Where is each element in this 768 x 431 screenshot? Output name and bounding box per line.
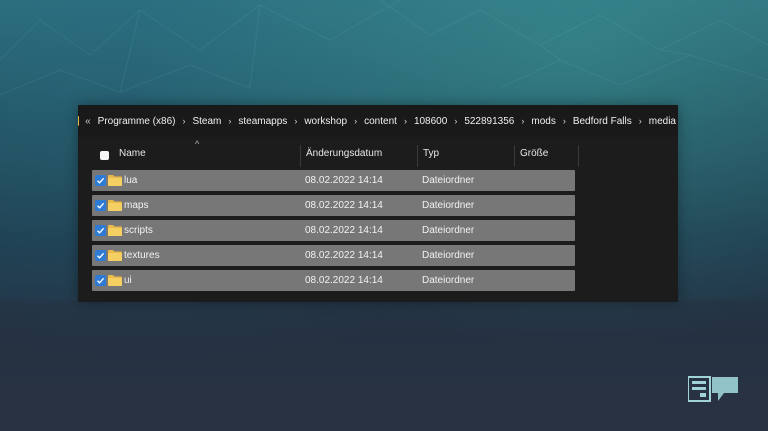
list-item[interactable]: scripts 08.02.2022 14:14 Dateiordner: [92, 220, 575, 241]
list-item[interactable]: textures 08.02.2022 14:14 Dateiordner: [92, 245, 575, 266]
file-explorer-window: « Programme (x86) › Steam › steamapps › …: [78, 105, 678, 302]
breadcrumb-overflow-button[interactable]: «: [85, 116, 91, 127]
item-type: Dateiordner: [422, 225, 475, 236]
item-name: ui: [124, 275, 132, 286]
folder-icon: [108, 175, 122, 186]
checkbox-checked-icon[interactable]: [95, 225, 106, 236]
item-date: 08.02.2022 14:14: [305, 250, 383, 261]
column-header-name[interactable]: Name: [114, 145, 300, 167]
breadcrumb-media[interactable]: media: [647, 116, 678, 127]
item-name: maps: [124, 200, 149, 211]
chevron-right-icon[interactable]: ›: [449, 116, 462, 126]
checkbox-checked-icon[interactable]: [95, 250, 106, 261]
item-type: Dateiordner: [422, 200, 475, 211]
column-header-row: ^ Name Änderungsdatum Typ Größe: [78, 137, 678, 167]
breadcrumb-522891356[interactable]: 522891356: [462, 116, 516, 127]
item-name: lua: [124, 175, 138, 186]
breadcrumb-steam[interactable]: Steam: [190, 116, 223, 127]
column-header-date[interactable]: Änderungsdatum: [300, 145, 417, 167]
column-header-size[interactable]: Größe: [514, 145, 579, 167]
chevron-right-icon[interactable]: ›: [558, 116, 571, 126]
checkbox-checked-icon[interactable]: [95, 175, 106, 186]
select-all-checkbox[interactable]: [100, 151, 109, 160]
chevron-right-icon[interactable]: ›: [349, 116, 362, 126]
folder-icon: [108, 275, 122, 286]
breadcrumb-content[interactable]: content: [362, 116, 399, 127]
column-header-size-label: Größe: [520, 148, 549, 159]
list-item[interactable]: maps 08.02.2022 14:14 Dateiordner: [92, 195, 575, 216]
breadcrumb-programme-x86[interactable]: Programme (x86): [96, 116, 178, 127]
item-date: 08.02.2022 14:14: [305, 225, 383, 236]
folder-icon: [108, 225, 122, 236]
watermark-logo-icon: [688, 376, 738, 402]
column-header-name-label: Name: [119, 148, 146, 159]
chevron-right-icon[interactable]: ›: [516, 116, 529, 126]
address-bar[interactable]: « Programme (x86) › Steam › steamapps › …: [78, 105, 678, 137]
chevron-right-icon[interactable]: ›: [289, 116, 302, 126]
column-header-type-label: Typ: [423, 148, 440, 159]
checkbox-checked-icon[interactable]: [95, 200, 106, 211]
item-type: Dateiordner: [422, 250, 475, 261]
chevron-right-icon[interactable]: ›: [634, 116, 647, 126]
breadcrumb-bedford-falls[interactable]: Bedford Falls: [571, 116, 634, 127]
column-header-date-label: Änderungsdatum: [306, 148, 383, 159]
item-date: 08.02.2022 14:14: [305, 175, 383, 186]
breadcrumb-workshop[interactable]: workshop: [302, 116, 349, 127]
chevron-right-icon[interactable]: ›: [223, 116, 236, 126]
list-item[interactable]: lua 08.02.2022 14:14 Dateiordner: [92, 170, 575, 191]
chevron-right-icon[interactable]: ›: [399, 116, 412, 126]
checkbox-checked-icon[interactable]: [95, 275, 106, 286]
breadcrumb-108600[interactable]: 108600: [412, 116, 449, 127]
list-item[interactable]: ui 08.02.2022 14:14 Dateiordner: [92, 270, 575, 291]
folder-icon: [78, 116, 80, 126]
item-date: 08.02.2022 14:14: [305, 275, 383, 286]
item-name: scripts: [124, 225, 153, 236]
item-date: 08.02.2022 14:14: [305, 200, 383, 211]
item-type: Dateiordner: [422, 175, 475, 186]
chevron-right-icon[interactable]: ›: [177, 116, 190, 126]
folder-icon: [108, 250, 122, 261]
item-name: textures: [124, 250, 160, 261]
item-type: Dateiordner: [422, 275, 475, 286]
column-header-type[interactable]: Typ: [417, 145, 514, 167]
breadcrumb-mods[interactable]: mods: [529, 116, 557, 127]
folder-icon: [108, 200, 122, 211]
breadcrumb-steamapps[interactable]: steamapps: [236, 116, 289, 127]
